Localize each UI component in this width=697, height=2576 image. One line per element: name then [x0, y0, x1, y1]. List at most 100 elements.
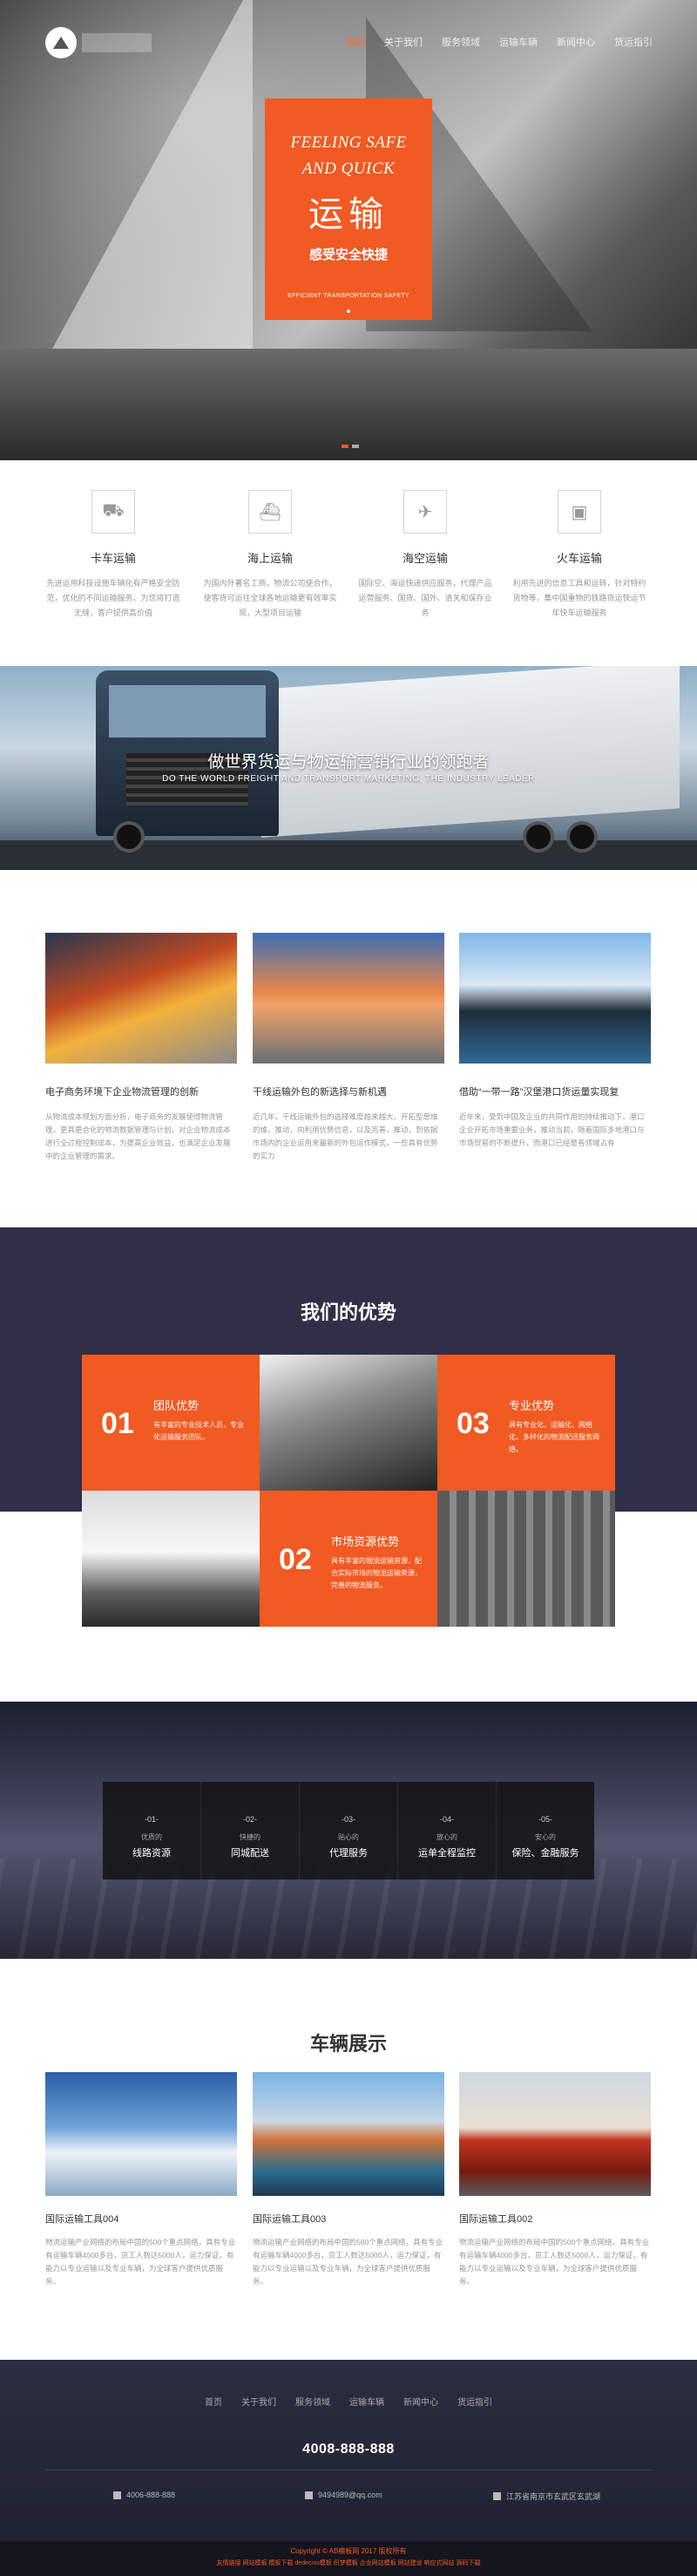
news-title[interactable]: 干线运输外包的新选择与新机遇 [253, 1084, 444, 1098]
service-desc: 先进运用科技设施车辆化有严格安全防范，优化的不同运输服务。为您将打造无缝，客户提… [46, 579, 180, 617]
logo-wordmark [82, 33, 152, 52]
news-image[interactable] [459, 933, 651, 1064]
ship-icon: ⛴ [248, 490, 292, 534]
footer-nav-guide[interactable]: 货运指引 [457, 2395, 492, 2408]
slider-dot-2[interactable] [352, 445, 359, 448]
vehicle-desc: 物流运输产业网络的布局中国的500个重点网络，具有专业有运输车辆4000多台，员… [253, 2238, 443, 2286]
hero-tagline: EFFICIENT TRANSPORTATION SAFETY [288, 293, 409, 299]
advantage-number: 01 [101, 1407, 134, 1440]
footer-email-text: 9494989@qq.com [318, 2491, 382, 2499]
copyright: Copyright © AB模板网 2017 版权所有 [290, 2547, 407, 2555]
service-card[interactable]: ⛴ 海上运输 为国内外著名工商，物流公司使合作，使客货可运往全球各地运输更有效率… [196, 490, 344, 621]
nav-item-home[interactable]: 首页 [336, 35, 375, 49]
process-step: -02- 快捷的 同城配送 [201, 1782, 300, 1879]
train-icon: ▣ [558, 490, 601, 534]
news-title[interactable]: 电子商务环境下企业物流管理的创新 [45, 1084, 237, 1098]
service-card[interactable]: ⛟ 卡车运输 先进运用科技设施车辆化有严格安全防范，优化的不同运输服务。为您将打… [39, 490, 187, 621]
news-image[interactable] [253, 933, 444, 1064]
process-step: -04- 放心的 运单全程监控 [398, 1782, 497, 1879]
slider-dots [342, 445, 359, 448]
hero-card: FEELING SAFE AND QUICK 运输 感受安全快捷 EFFICIE… [265, 99, 432, 320]
vehicle-title[interactable]: 国际运输工具002 [459, 2212, 651, 2226]
advantages-section: 我们的优势 01 团队优势 有丰富的专业技术人员，专业化运输服务团队。 03 专… [0, 1227, 697, 1698]
service-title: 海上运输 [247, 552, 293, 565]
step-number: -03- [341, 1815, 355, 1824]
news-title[interactable]: 借助“一带一路”汉堡港口货运量实现复 [459, 1084, 651, 1098]
news-card[interactable]: 电子商务环境下企业物流管理的创新 从物流成本规划方面分析，电子商务的发展使得物流… [45, 933, 237, 1163]
process-step: -03- 贴心的 代理服务 [300, 1782, 398, 1879]
news-card[interactable]: 借助“一带一路”汉堡港口货运量实现复 近年来，受到中国及企业的共同作用的持续推动… [459, 933, 651, 1150]
vehicle-card[interactable]: 国际运输工具003 物流运输产业网络的布局中国的500个重点网络，具有专业有运输… [253, 2072, 444, 2288]
footer-divider [45, 2470, 652, 2471]
service-title: 卡车运输 [90, 552, 136, 565]
vehicle-image[interactable] [253, 2072, 444, 2196]
footer-email: 9494989@qq.com [305, 2491, 382, 2499]
footer-hotline: 4008-888-888 [302, 2442, 395, 2457]
page: 首页 关于我们 服务领域 运输车辆 新闻中心 货运指引 FEELING SAFE… [0, 0, 697, 2576]
service-card[interactable]: ✈ 海空运输 国际空、海运快递供应服务，代理产品运营服务、国货、国外、清关和保存… [351, 490, 499, 621]
hero-line-2: AND QUICK [301, 160, 396, 178]
step-adjective: 快捷的 [240, 1833, 261, 1841]
vehicle-image[interactable] [45, 2072, 237, 2196]
footer-nav-vehicles[interactable]: 运输车辆 [349, 2395, 384, 2408]
friend-links[interactable]: 友情链接 网站模板 模板下载 dedecms模板 织梦模板 企业网站模板 网站建… [0, 2559, 697, 2569]
advantage-team: 01 团队优势 有丰富的专业技术人员，专业化运输服务团队。 [82, 1355, 260, 1491]
news-image[interactable] [45, 933, 237, 1064]
vehicle-title[interactable]: 国际运输工具004 [45, 2212, 237, 2226]
advantage-market: 02 市场资源优势 具有丰富的物流运输资源，配合实际市场的物流运输资源，完善的物… [260, 1491, 437, 1627]
step-label: 保险、金融服务 [511, 1848, 579, 1859]
advantages-title: 我们的优势 [300, 1302, 396, 1323]
footer-bottom-bar: Copyright © AB模板网 2017 版权所有 友情链接 网站模板 模板… [0, 2541, 697, 2576]
advantage-number: 02 [279, 1543, 312, 1576]
news-card[interactable]: 干线运输外包的新选择与新机遇 近几年，干线运输外包的选择难度越来越大，开拓型思维… [253, 933, 444, 1163]
hero-title: 运输 [308, 195, 389, 234]
site-logo[interactable] [45, 26, 159, 59]
wheel-shape [566, 821, 598, 853]
truck-banner: 做世界货运与物运输营销行业的领跑者 DO THE WORLD FREIGHT A… [0, 666, 697, 870]
footer-nav: 首页 关于我们 服务领域 运输车辆 新闻中心 货运指引 [0, 2395, 697, 2408]
hero-subtitle: 感受安全快捷 [308, 248, 388, 262]
phone-icon [113, 2491, 121, 2499]
step-adjective: 放心的 [436, 1833, 457, 1841]
news-desc: 从物流成本规划方面分析，电子商务的发展使得物流管理，更具更合化的物流数据管理与计… [45, 1112, 231, 1160]
footer-phone: 4006-888-888 [113, 2491, 175, 2499]
road-trucks-image [260, 1355, 437, 1491]
hero-dot [347, 309, 350, 313]
vehicle-card[interactable]: 国际运输工具004 物流运输产业网络的布局中国的500个重点网络，具有专业有运输… [45, 2072, 237, 2288]
step-label: 运单全程监控 [418, 1848, 476, 1859]
service-card[interactable]: ▣ 火车运输 利用先进的信息工具和运转，针对特约货物等，集中国重物的铁路货运快运… [505, 490, 653, 621]
vehicle-card[interactable]: 国际运输工具002 物流运输产业网络的布局中国的500个重点网络，具有专业有运输… [459, 2072, 651, 2288]
nav-item-services[interactable]: 服务领域 [432, 35, 490, 49]
hero-line-1: FEELING SAFE [290, 133, 407, 152]
vehicle-desc: 物流运输产业网络的布局中国的500个重点网络，具有专业有运输车辆4000多台，员… [459, 2238, 650, 2286]
advantage-number: 03 [457, 1407, 490, 1440]
nav-item-about[interactable]: 关于我们 [375, 35, 432, 49]
location-icon [493, 2492, 501, 2500]
truck-icon: ⛟ [91, 490, 135, 534]
nav-item-news[interactable]: 新闻中心 [547, 35, 605, 49]
nav-item-vehicles[interactable]: 运输车辆 [490, 35, 547, 49]
vehicle-title[interactable]: 国际运输工具003 [253, 2212, 444, 2226]
banner-subtitle: DO THE WORLD FREIGHT AND TRANSPORT MARKE… [162, 774, 535, 784]
water-shape [0, 349, 697, 460]
news-desc: 近年来，受到中国及企业的共同作用的持续推动下，港口企业开拓市场重要业务，推动当前… [459, 1112, 645, 1147]
slider-dot-1[interactable] [342, 445, 348, 448]
footer-nav-news[interactable]: 新闻中心 [403, 2395, 438, 2408]
service-desc: 利用先进的信息工具和运转，针对特约货物等，集中国重物的铁路货运快运节年快车运输服… [512, 579, 646, 617]
step-adjective: 安心的 [535, 1833, 556, 1841]
vehicle-desc: 物流运输产业网络的布局中国的500个重点网络，具有专业有运输车辆4000多台，员… [45, 2238, 236, 2286]
footer-phone-text: 4006-888-888 [126, 2491, 176, 2499]
footer-nav-home[interactable]: 首页 [205, 2395, 222, 2408]
hero-banner: 首页 关于我们 服务领域 运输车辆 新闻中心 货运指引 FEELING SAFE… [0, 0, 697, 460]
footer-nav-services[interactable]: 服务领域 [295, 2395, 330, 2408]
service-title: 海空运输 [402, 552, 448, 565]
process-step: -01- 优质的 线路资源 [103, 1782, 201, 1879]
footer-nav-about[interactable]: 关于我们 [241, 2395, 276, 2408]
banner-title: 做世界货运与物运输营销行业的领跑者 [207, 753, 490, 771]
process-box: -01- 优质的 线路资源 -02- 快捷的 同城配送 -03- 贴心的 代理服… [103, 1782, 594, 1879]
vehicle-image[interactable] [459, 2072, 651, 2196]
step-adjective: 优质的 [141, 1833, 162, 1841]
nav-item-guide[interactable]: 货运指引 [605, 35, 662, 49]
step-number: -04- [439, 1815, 454, 1824]
step-adjective: 贴心的 [338, 1833, 359, 1841]
